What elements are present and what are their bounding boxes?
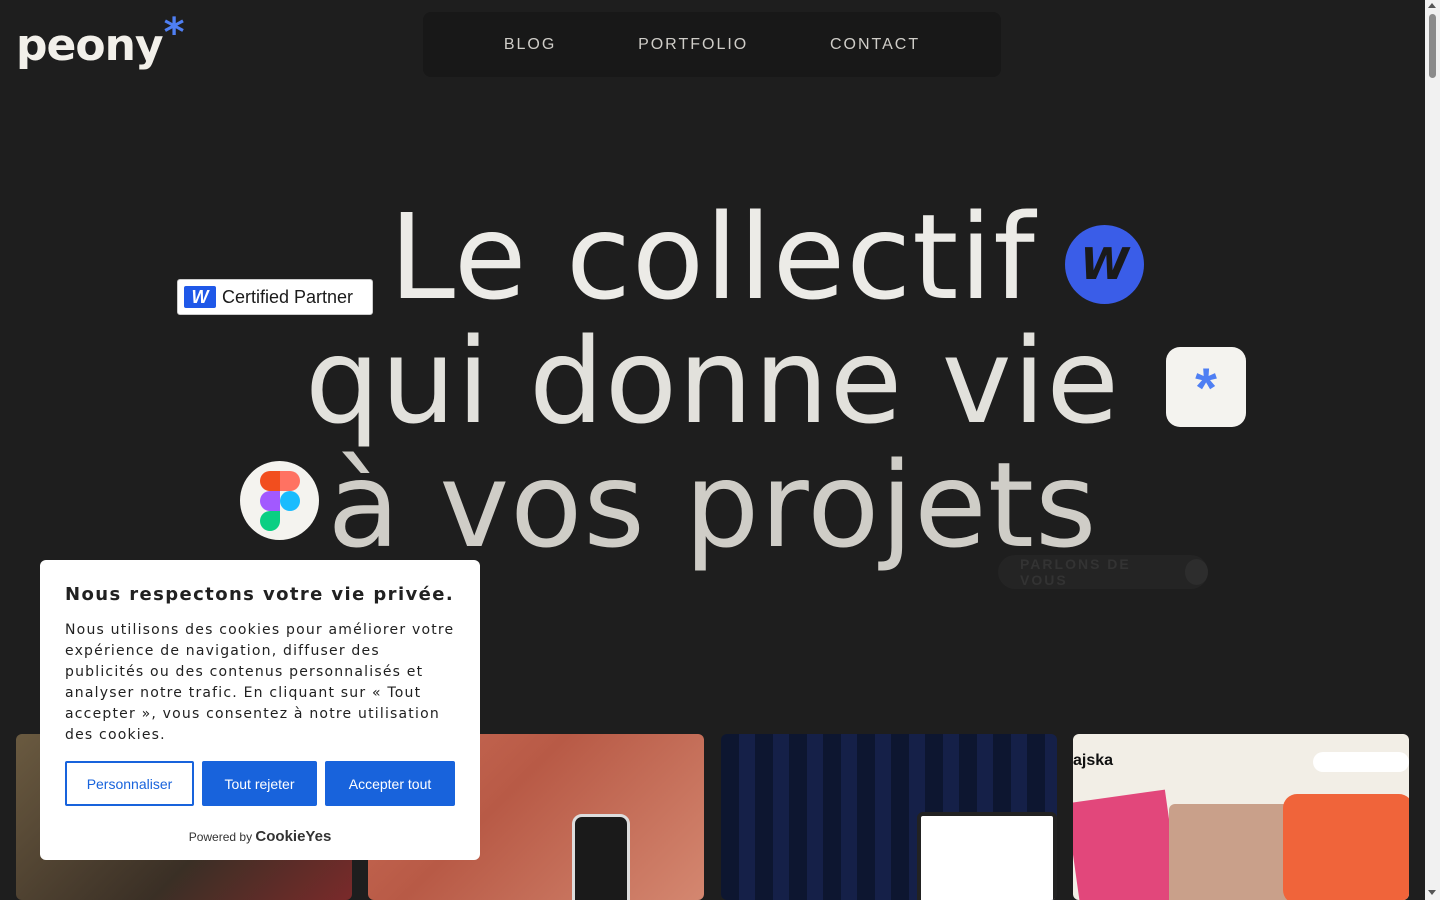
nav-portfolio[interactable]: PORTFOLIO xyxy=(638,36,748,54)
nav-contact[interactable]: CONTACT xyxy=(830,36,920,54)
nav-blog[interactable]: BLOG xyxy=(504,36,556,54)
accept-all-button[interactable]: Accepter tout xyxy=(325,761,455,806)
peony-logo[interactable]: peony* xyxy=(16,13,184,68)
cookie-buttons: Personnaliser Tout rejeter Accepter tout xyxy=(65,761,455,806)
customize-button[interactable]: Personnaliser xyxy=(65,761,194,806)
figma-logo-svg xyxy=(259,470,300,531)
powered-by-label: Powered by xyxy=(188,830,253,844)
laptop-mockup-image xyxy=(917,812,1057,900)
figma-icon xyxy=(240,461,319,540)
badge-label: Certified Partner xyxy=(222,286,354,307)
main-nav: BLOG PORTFOLIO CONTACT xyxy=(423,12,1001,77)
scrollbar-thumb[interactable] xyxy=(1429,14,1436,78)
logo-asterisk: * xyxy=(163,10,185,56)
arrow-icon xyxy=(1184,559,1208,585)
card-art-face xyxy=(1283,794,1409,900)
card-4-mini-nav xyxy=(1313,752,1409,772)
portfolio-card-3[interactable] xyxy=(721,734,1057,900)
webflow-badge-icon: W xyxy=(184,286,216,308)
vertical-scrollbar[interactable] xyxy=(1425,0,1440,900)
talk-to-us-button[interactable]: PARLONS DE VOUS xyxy=(998,555,1208,589)
cta-label: PARLONS DE VOUS xyxy=(1020,556,1131,588)
phone-mockup-image xyxy=(572,814,630,900)
webflow-icon: W xyxy=(1065,225,1144,304)
cookie-consent-banner: Nous respectons votre vie privée. Nous u… xyxy=(40,560,480,860)
card-4-title: ajska xyxy=(1073,752,1114,769)
portfolio-card-4[interactable]: ajska xyxy=(1073,734,1409,900)
cookie-title: Nous respectons votre vie privée. xyxy=(65,584,455,605)
reject-all-button[interactable]: Tout rejeter xyxy=(202,761,317,806)
scroll-up-icon[interactable] xyxy=(1428,3,1436,8)
card-art-shape xyxy=(1073,789,1181,900)
logo-text: peony xyxy=(16,20,164,71)
scroll-down-icon[interactable] xyxy=(1428,890,1436,895)
hero-line-3: à vos projets xyxy=(327,436,1098,574)
asterisk-icon: * xyxy=(1166,347,1246,427)
cookie-description: Nous utilisons des cookies pour améliore… xyxy=(65,622,455,743)
powered-by: Powered by CookieYes xyxy=(65,828,455,845)
cookieyes-logo[interactable]: CookieYes xyxy=(255,828,331,845)
webflow-certified-badge: W Certified Partner xyxy=(177,279,373,315)
